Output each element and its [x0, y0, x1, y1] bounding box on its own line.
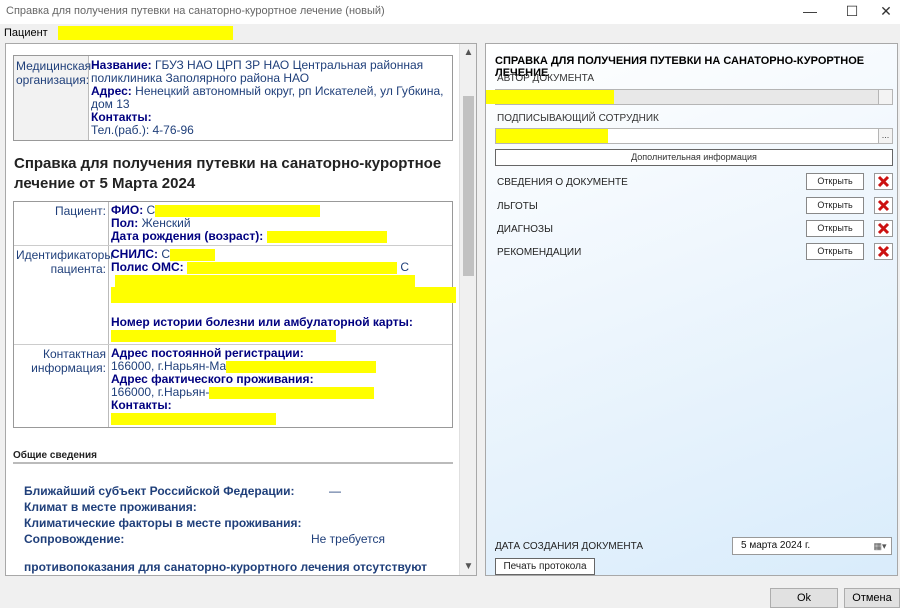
document-title: Справка для получения путевки на санатор…: [14, 155, 442, 192]
section-row-benefits: ЛЬГОТЫ Открыть: [497, 197, 895, 215]
contact-label: Контактная информация:: [14, 345, 109, 427]
scroll-up-icon[interactable]: ▲: [460, 44, 476, 61]
org-address: Ненецкий автономный округ, рп Искателей,…: [91, 84, 444, 111]
contraindications-text: противопоказания для санаторно-курортног…: [24, 560, 428, 574]
birth-label: Дата рождения (возраст):: [111, 229, 264, 243]
factors-row: Климатические факторы в месте проживания…: [24, 516, 444, 530]
history-label: Номер истории болезни или амбулаторной к…: [111, 315, 413, 329]
window-title: Справка для получения путевки на санатор…: [6, 5, 385, 17]
patient-bar-label: Пациент: [4, 27, 48, 39]
patient-bar: Пациент: [0, 24, 900, 42]
reg-addr-label: Адрес постоянной регистрации:: [111, 346, 304, 360]
creation-date-picker[interactable]: 5 марта 2024 г. ▦▾: [732, 537, 892, 555]
author-field-button[interactable]: [878, 90, 892, 104]
additional-info-button[interactable]: Дополнительная информация: [495, 149, 893, 166]
author-field[interactable]: [486, 89, 893, 105]
cancel-button[interactable]: Отмена: [844, 588, 900, 608]
oms-redaction-2: [115, 274, 415, 287]
minimize-button[interactable]: —: [792, 0, 828, 24]
oms-tail: С: [400, 260, 410, 274]
org-address-label: Адрес:: [91, 84, 132, 98]
org-label: Медицинская организация:: [14, 56, 91, 140]
section-row-diagnoses: ДИАГНОЗЫ Открыть: [497, 220, 895, 238]
signer-label: ПОДПИСЫВАЮЩИЙ СОТРУДНИК: [497, 113, 659, 124]
delete-recommendations-icon[interactable]: [874, 243, 893, 260]
delete-diagnoses-icon[interactable]: [874, 220, 893, 237]
delete-document-info-icon[interactable]: [874, 173, 893, 190]
vertical-scrollbar[interactable]: ▲ ▼: [459, 44, 476, 575]
fio-label: ФИО:: [111, 203, 144, 217]
escort-value: Не требуется: [311, 532, 385, 546]
author-redaction: [486, 90, 614, 104]
birth-redaction: [266, 230, 387, 243]
ids-label: Идентификаторы пациента:: [14, 246, 113, 344]
signer-field[interactable]: ...: [495, 128, 893, 144]
close-window-button[interactable]: ✕: [868, 0, 900, 24]
org-name-label: Название:: [91, 58, 152, 72]
ids-details: СНИЛС: С Полис ОМС: С Номер истории боле…: [109, 246, 458, 344]
section-row-document-info: СВЕДЕНИЯ О ДОКУМЕНТЕ Открыть: [497, 173, 895, 191]
escort-label: Сопровождение:: [24, 532, 125, 546]
oms-redaction-3: [111, 287, 456, 303]
snils-label: СНИЛС:: [111, 247, 159, 261]
sex-value: Женский: [141, 216, 191, 230]
open-document-info-button[interactable]: Открыть: [806, 173, 864, 190]
oms-redaction: [187, 261, 397, 274]
patient-label: Пациент:: [14, 202, 109, 245]
signer-browse-button[interactable]: ...: [878, 129, 892, 143]
calendar-dropdown-icon[interactable]: ▦▾: [869, 538, 891, 554]
contact-details: Адрес постоянной регистрации: 166000, г.…: [109, 345, 452, 427]
creation-date-value: 5 марта 2024 г.: [741, 540, 811, 551]
section-label-benefits: ЛЬГОТЫ: [497, 201, 538, 212]
section-label-document-info: СВЕДЕНИЯ О ДОКУМЕНТЕ: [497, 177, 628, 188]
print-protocol-button[interactable]: Печать протокола: [495, 558, 595, 575]
delete-benefits-icon[interactable]: [874, 197, 893, 214]
creation-date-label: ДАТА СОЗДАНИЯ ДОКУМЕНТА: [495, 541, 644, 552]
org-contacts-label: Контакты:: [91, 110, 152, 124]
open-benefits-button[interactable]: Открыть: [806, 197, 864, 214]
factors-label: Климатические факторы в месте проживания…: [24, 516, 302, 530]
climate-row: Климат в месте проживания:: [24, 500, 444, 514]
section-row-recommendations: РЕКОМЕНДАЦИИ Открыть: [497, 243, 895, 261]
patient-table: Пациент: ФИО: С Пол: Женский Дата рожден…: [13, 201, 456, 428]
subject-row: Ближайший субъект Российской Федерации: …: [24, 484, 444, 498]
general-section-header: Общие сведения: [13, 450, 453, 464]
signer-redaction: [496, 129, 608, 143]
contacts-label: Контакты:: [111, 398, 172, 412]
maximize-button[interactable]: ☐: [834, 0, 870, 24]
fact-addr-value: 166000, г.Нарьян-: [111, 385, 210, 399]
document-properties-pane: СПРАВКА ДЛЯ ПОЛУЧЕНИЯ ПУТЕВКИ НА САНАТОР…: [485, 43, 898, 576]
author-label: АВТОР ДОКУМЕНТА: [497, 73, 595, 84]
section-label-recommendations: РЕКОМЕНДАЦИИ: [497, 247, 582, 258]
oms-label: Полис ОМС:: [111, 260, 184, 274]
org-phone: Тел.(раб.): 4-76-96: [91, 123, 194, 137]
patient-name-redacted[interactable]: [58, 26, 233, 40]
ok-button[interactable]: Ok: [770, 588, 838, 608]
climate-label: Климат в месте проживания:: [24, 500, 197, 514]
open-recommendations-button[interactable]: Открыть: [806, 243, 864, 260]
snils-value: С: [161, 247, 171, 261]
org-table: Медицинская организация: Название: ГБУЗ …: [13, 55, 453, 141]
escort-row: Сопровождение: Не требуется: [24, 532, 444, 546]
open-diagnoses-button[interactable]: Открыть: [806, 220, 864, 237]
scroll-thumb[interactable]: [463, 96, 474, 276]
scroll-down-icon[interactable]: ▼: [460, 558, 476, 575]
org-details: Название: ГБУЗ НАО ЦРП ЗР НАО Центральна…: [89, 56, 452, 140]
subject-label: Ближайший субъект Российской Федерации:: [24, 484, 295, 498]
fio-value: С: [146, 203, 156, 217]
reg-addr-value: 166000, г.Нарьян-Ма: [111, 359, 227, 373]
sex-label: Пол:: [111, 216, 139, 230]
section-label-diagnoses: ДИАГНОЗЫ: [497, 224, 553, 235]
window-titlebar: Справка для получения путевки на санатор…: [0, 0, 900, 24]
patient-details: ФИО: С Пол: Женский Дата рождения (возра…: [109, 202, 452, 245]
document-preview-pane[interactable]: Медицинская организация: Название: ГБУЗ …: [5, 43, 477, 576]
subject-value: —: [329, 484, 341, 498]
fact-addr-redaction: [209, 386, 375, 399]
contacts-redaction: [111, 412, 276, 425]
history-redaction: [111, 329, 336, 342]
fact-addr-label: Адрес фактического проживания:: [111, 372, 314, 386]
